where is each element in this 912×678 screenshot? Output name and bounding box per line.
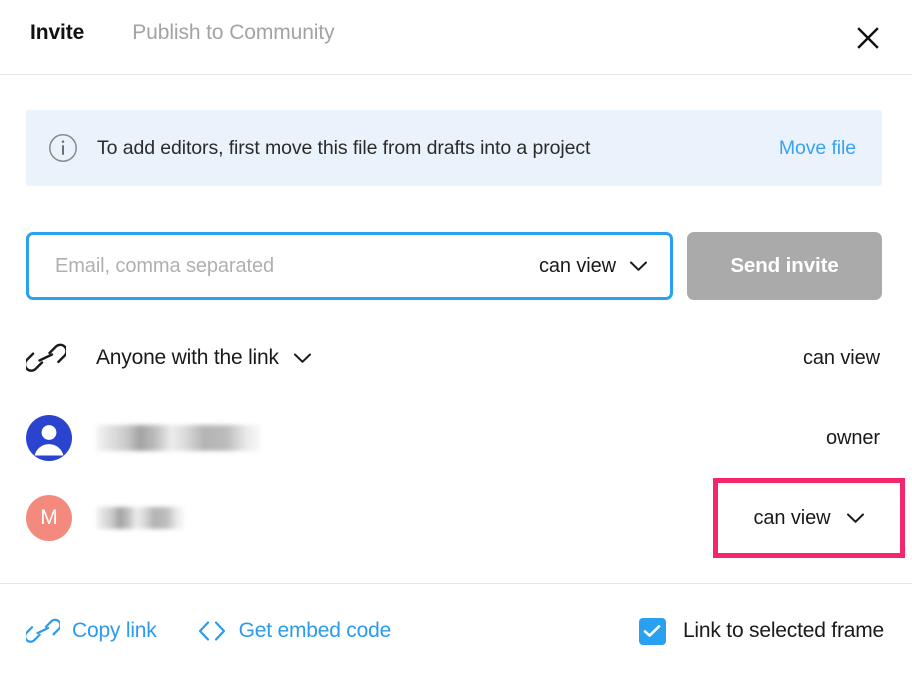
anyone-with-link-dropdown[interactable]: Anyone with the link bbox=[96, 346, 312, 370]
person-avatar-icon bbox=[34, 425, 64, 456]
link-to-selected-frame-label: Link to selected frame bbox=[682, 619, 884, 642]
tab-bar: Invite Publish to Community bbox=[30, 21, 335, 45]
anyone-with-link-label: Anyone with the link bbox=[96, 346, 279, 369]
dialog-header: Invite Publish to Community bbox=[0, 0, 912, 75]
send-invite-button[interactable]: Send invite bbox=[687, 232, 882, 300]
chevron-down-icon bbox=[630, 261, 647, 271]
redacted-user-name bbox=[96, 425, 260, 451]
link-chain-icon bbox=[26, 618, 60, 643]
link-permission-label: can view bbox=[802, 346, 880, 369]
avatar-initial: M bbox=[40, 506, 58, 529]
member-permission-dropdown[interactable]: can view bbox=[713, 478, 905, 558]
avatar: M bbox=[26, 495, 72, 541]
move-file-banner: To add editors, first move this file fro… bbox=[26, 110, 882, 186]
get-embed-code-button[interactable]: Get embed code bbox=[197, 619, 391, 643]
move-file-link[interactable]: Move file bbox=[779, 137, 860, 160]
invite-permission-dropdown[interactable]: can view bbox=[539, 255, 648, 278]
link-to-selected-frame-checkbox[interactable] bbox=[638, 617, 666, 645]
copy-link-button[interactable]: Copy link bbox=[26, 617, 157, 645]
invite-row: can view Send invite bbox=[26, 232, 882, 300]
code-brackets-icon bbox=[198, 621, 225, 641]
info-circle-icon bbox=[49, 134, 77, 162]
tab-invite-label: Invite bbox=[30, 21, 85, 44]
email-input[interactable] bbox=[53, 245, 497, 287]
check-icon bbox=[644, 625, 661, 637]
tab-invite[interactable]: Invite bbox=[30, 21, 84, 45]
share-row-anyone-with-link: Anyone with the link can view bbox=[26, 332, 882, 384]
close-button[interactable] bbox=[848, 18, 888, 58]
copy-link-label: Copy link bbox=[72, 619, 157, 642]
tab-publish-to-community[interactable]: Publish to Community bbox=[132, 21, 334, 45]
redacted-user-name bbox=[96, 507, 184, 529]
close-icon bbox=[857, 27, 879, 49]
invite-permission-label: can view bbox=[538, 254, 616, 277]
member-permission-label: can view bbox=[753, 506, 831, 529]
share-row-owner: owner bbox=[26, 410, 882, 466]
link-chain-icon bbox=[26, 343, 66, 372]
link-to-selected-frame-toggle[interactable]: Link to selected frame bbox=[638, 617, 884, 645]
chevron-down-icon bbox=[846, 513, 864, 523]
banner-message: To add editors, first move this file fro… bbox=[97, 136, 591, 159]
owner-permission-label: owner bbox=[826, 426, 880, 449]
email-input-container[interactable]: can view bbox=[26, 232, 673, 300]
dialog-footer: Copy link Get embed code Link to selecte… bbox=[0, 583, 912, 678]
link-icon-wrap bbox=[26, 342, 70, 374]
chevron-down-icon bbox=[293, 353, 311, 363]
get-embed-code-label: Get embed code bbox=[238, 619, 392, 642]
avatar bbox=[26, 415, 72, 461]
tab-publish-to-community-label: Publish to Community bbox=[132, 21, 335, 44]
